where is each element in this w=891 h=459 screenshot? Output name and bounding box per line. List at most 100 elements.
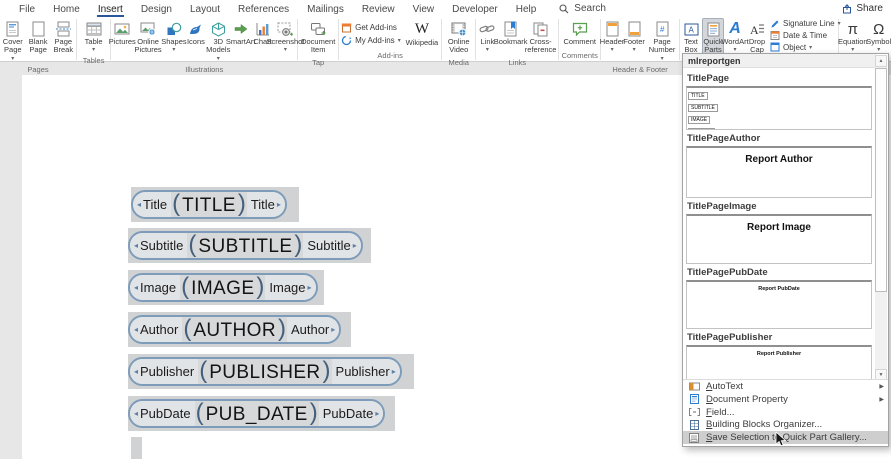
control-end-tag[interactable]: Publisher ▸ (331, 359, 400, 384)
search-icon (559, 3, 569, 14)
wikipedia-button[interactable]: W Wikipedia (403, 19, 441, 49)
button-label: Online Video (447, 37, 470, 55)
icons-bird-icon (188, 20, 203, 38)
tab-view[interactable]: View (404, 2, 444, 16)
content-control-pill[interactable]: ◂ Author ( AUTHOR ) Author ▸ (128, 315, 342, 344)
online-pictures-button[interactable]: Online Pictures (133, 18, 163, 57)
tab-help[interactable]: Help (507, 2, 546, 16)
blank-page-button[interactable]: Blank Page (26, 18, 51, 57)
gallery-scrollbar[interactable]: ▲ ▼ (875, 55, 887, 381)
bookmark-button[interactable]: Bookmark (494, 18, 528, 48)
menu-item-autotext[interactable]: AutoText ▶ (683, 380, 888, 393)
control-end-tag[interactable]: Image ▸ (265, 275, 316, 300)
tab-review[interactable]: Review (353, 2, 404, 16)
icons-button[interactable]: Icons (185, 18, 207, 48)
control-start-tag[interactable]: ◂ Publisher (130, 359, 199, 384)
page-break-button[interactable]: Page Break (51, 18, 76, 57)
share-icon (842, 3, 852, 14)
button-label: Object (783, 42, 807, 52)
tab-design[interactable]: Design (132, 2, 181, 16)
close-paren-icon: ) (237, 190, 246, 217)
equation-button[interactable]: π Equation ▾ (837, 18, 868, 55)
content-control-pubdate[interactable]: ◂ PubDate ( PUB_DATE ) PubDate ▸ (128, 396, 396, 431)
content-control-subtitle[interactable]: ◂ Subtitle ( SUBTITLE ) Subtitle ▸ (128, 228, 371, 263)
content-control-pill[interactable]: ◂ Subtitle ( SUBTITLE ) Subtitle ▸ (128, 231, 363, 260)
signature-line-button[interactable]: Signature Line ▾ (768, 18, 843, 28)
scroll-up-icon[interactable]: ▲ (875, 55, 887, 67)
tab-references[interactable]: References (229, 2, 298, 16)
menu-item-field[interactable]: Field... (683, 406, 888, 419)
tag-label: PubDate (322, 406, 374, 421)
gallery-entry-titlepageimage[interactable]: Report Image (686, 214, 872, 264)
document-item-button[interactable]: Document Item (298, 18, 338, 57)
tab-mailings[interactable]: Mailings (298, 2, 353, 16)
control-start-tag[interactable]: ◂ Subtitle (130, 233, 188, 258)
table-icon (86, 20, 102, 38)
search-box[interactable]: Search (559, 3, 606, 14)
cross-reference-button[interactable]: Cross-reference (523, 18, 558, 57)
scrollbar-thumb[interactable] (875, 68, 887, 292)
tab-insert[interactable]: Insert (89, 2, 132, 17)
drop-cap-icon: A (749, 20, 765, 38)
shapes-button[interactable]: Shapes ▾ (161, 18, 187, 55)
control-start-tag[interactable]: ◂ PubDate (130, 401, 195, 426)
date-time-button[interactable]: Date & Time (768, 30, 843, 40)
document-property-icon (688, 394, 700, 405)
content-control-pill[interactable]: ◂ Publisher ( PUBLISHER ) Publisher ▸ (128, 357, 402, 386)
chevron-down-icon: ▾ (397, 38, 401, 44)
submenu-arrow-icon: ▶ (879, 396, 884, 403)
control-end-tag[interactable]: Subtitle ▸ (303, 233, 361, 258)
control-end-tag[interactable]: Author ▸ (286, 317, 340, 342)
tab-home[interactable]: Home (44, 2, 89, 16)
online-video-button[interactable]: Online Video (442, 18, 475, 57)
get-add-ins-button[interactable]: Get Add-ins (339, 22, 403, 33)
tab-layout[interactable]: Layout (181, 2, 229, 16)
menu-item-building-blocks-organizer[interactable]: Building Blocks Organizer... (683, 418, 888, 431)
tag-start-icon: ◂ (134, 409, 139, 418)
gallery-entry-titlepagepubdate[interactable]: Report PubDate (686, 280, 872, 329)
control-start-tag[interactable]: ◂ Author (130, 317, 183, 342)
group-label: Add-ins (377, 51, 403, 60)
building-blocks-gallery: TitlePage TITLE SUBTITLE IMAGE AUTHOR PU… (683, 68, 877, 381)
table-button[interactable]: Table ▾ (82, 18, 106, 55)
wordart-button[interactable]: A WordArt ▾ (721, 18, 748, 55)
button-label: Comment (563, 37, 596, 46)
cover-page-button[interactable]: Cover Page ▾ (0, 18, 26, 64)
gallery-entry-titlepage[interactable]: TITLE SUBTITLE IMAGE AUTHOR PUBLISHER PU… (686, 86, 872, 130)
gallery-entry-titlepagepublisher[interactable]: Report Publisher (686, 345, 872, 381)
menu-item-document-property[interactable]: Document Property ▶ (683, 393, 888, 406)
share-button[interactable]: Share (842, 3, 883, 14)
pictures-button[interactable]: Pictures (109, 18, 136, 48)
content-control-pill[interactable]: ◂ Title ( TITLE ) Title ▸ (131, 190, 287, 219)
close-paren-icon: ) (294, 231, 303, 258)
tab-file[interactable]: File (10, 2, 44, 16)
comment-button[interactable]: Comment (560, 18, 599, 48)
tag-end-icon: ▸ (352, 241, 357, 250)
control-start-tag[interactable]: ◂ Title (133, 192, 172, 217)
header-button[interactable]: Header ▾ (600, 18, 624, 55)
content-control-publisher[interactable]: ◂ Publisher ( PUBLISHER ) Publisher ▸ (128, 354, 414, 389)
control-end-tag[interactable]: Title ▸ (246, 192, 285, 217)
tab-developer[interactable]: Developer (443, 2, 507, 16)
my-add-ins-button[interactable]: My Add-ins ▾ (339, 35, 403, 46)
content-control-pill[interactable]: ◂ Image ( IMAGE ) Image ▸ (128, 273, 318, 302)
smartart-button[interactable]: SmartArt (226, 18, 255, 48)
control-start-tag[interactable]: ◂ Image (130, 275, 181, 300)
pi-icon: π (847, 20, 858, 38)
content-control-author[interactable]: ◂ Author ( AUTHOR ) Author ▸ (128, 312, 352, 347)
button-label: Equation (837, 37, 868, 46)
symbol-button[interactable]: Ω Symbol ▾ (866, 18, 891, 55)
menu-item-label: Field... (706, 406, 735, 418)
content-control-title[interactable]: ◂ Title ( TITLE ) Title ▸ (131, 187, 299, 222)
menu-item-label: Building Blocks Organizer... (706, 419, 823, 431)
content-control-pill[interactable]: ◂ PubDate ( PUB_DATE ) PubDate ▸ (128, 399, 386, 428)
content-control-image[interactable]: ◂ Image ( IMAGE ) Image ▸ (128, 270, 324, 305)
group-tap: Document Item Tap (298, 17, 338, 67)
control-end-tag[interactable]: PubDate ▸ (318, 401, 384, 426)
page-number-button[interactable]: # Page Number ▾ (645, 18, 679, 64)
object-button[interactable]: Object ▾ (768, 42, 843, 52)
gallery-entry-titlepageauthor[interactable]: Report Author (686, 146, 872, 198)
footer-button[interactable]: Footer ▾ (623, 18, 645, 55)
group-pages: Cover Page ▾ Blank Page Page Break Pages (0, 17, 76, 74)
screenshot-button[interactable]: Screenshot ▾ (266, 18, 304, 55)
